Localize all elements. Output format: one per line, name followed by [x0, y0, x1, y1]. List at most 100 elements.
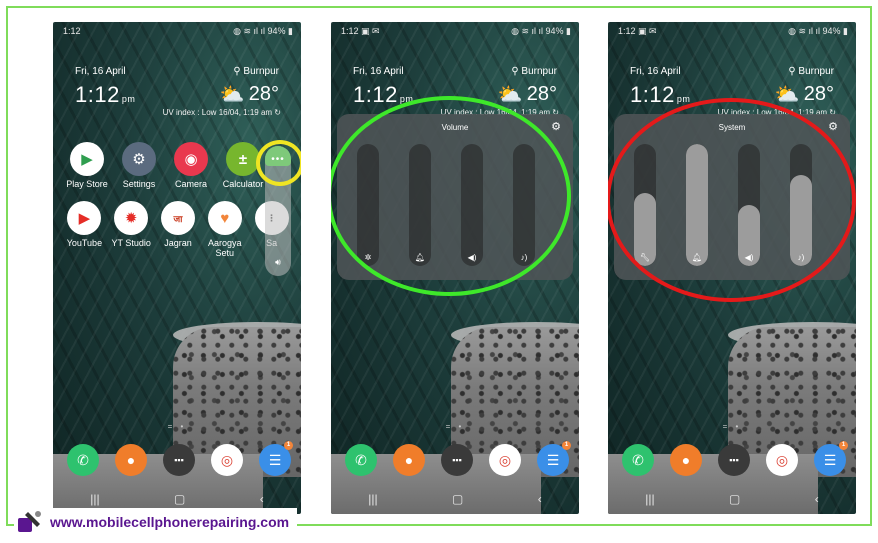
dock-messages[interactable]: ☰ 1 — [259, 441, 293, 476]
phone-icon: ✆ — [632, 451, 644, 468]
calculator-icon: ± — [226, 142, 260, 176]
app-aarogya-setu[interactable]: ♥ Aarogya Setu — [203, 201, 246, 258]
dock-messages[interactable]: ☰ 1 — [537, 441, 571, 476]
status-battery: ◍ ≋ ıl ıl 94% ▮ — [233, 26, 293, 36]
contacts-icon: ● — [126, 452, 136, 468]
dock-app-folder[interactable]: ▪▪▪ — [718, 444, 750, 476]
site-footer: www.mobilecellphonerepairing.com — [14, 508, 298, 536]
messages-icon: ☰ — [268, 451, 282, 468]
dock-contacts[interactable]: ● — [670, 444, 702, 476]
sun-cloud-icon: ⛅ — [774, 84, 800, 106]
app-settings[interactable]: ⚙ Settings — [115, 142, 163, 189]
back-button[interactable]: ‹ — [815, 492, 819, 506]
nav-bar: ||| ▢ ‹ — [608, 492, 856, 506]
status-bar: 1:12 ▣ ✉ ◍ ≋ ıl ıl 94% ▮ — [618, 26, 848, 37]
dock-app-folder[interactable]: ▪▪▪ — [441, 444, 473, 476]
page-indicator: = • — [722, 422, 742, 431]
page-indicator: = • — [445, 422, 465, 431]
messages-icon: ☰ — [823, 451, 837, 468]
dock-phone[interactable]: ✆ — [345, 444, 377, 476]
gear-icon[interactable]: ⚙ — [551, 120, 561, 133]
messages-icon: ☰ — [546, 451, 560, 468]
phone-screen-home: 1:12 ◍ ≋ ıl ıl 94% ▮ Fri, 16 April 1:12 p… — [53, 22, 301, 514]
recent-apps-button[interactable]: ||| — [90, 492, 99, 506]
weather-location[interactable]: ⚲ Burnpur — [788, 66, 834, 77]
lock-clock: 1:12 pm — [630, 82, 691, 107]
recent-apps-button[interactable]: ||| — [645, 492, 654, 506]
status-bar: 1:12 ◍ ≋ ıl ıl 94% ▮ — [63, 26, 293, 37]
recent-apps-button[interactable]: ||| — [368, 492, 377, 506]
weather-temperature[interactable]: ⛅ 28° — [498, 82, 557, 107]
dock-contacts[interactable]: ● — [115, 444, 147, 476]
website-url[interactable]: www.mobilecellphonerepairing.com — [50, 514, 289, 530]
page-indicator: = • — [167, 422, 187, 431]
status-battery: ◍ ≋ ıl ıl 94% ▮ — [511, 26, 571, 36]
weather-temperature[interactable]: ⛅ 28° — [775, 82, 834, 107]
contacts-icon: ● — [404, 452, 414, 468]
play-store-icon: ▶ — [70, 142, 104, 176]
camera-icon: ◉ — [174, 142, 208, 176]
dock: ✆ ● ▪▪▪ ◎ ☰ 1 — [345, 441, 571, 476]
gear-icon[interactable]: ⚙ — [828, 120, 838, 133]
dock: ✆ ● ▪▪▪ ◎ ☰ 1 — [67, 441, 293, 476]
dock-app-folder[interactable]: ▪▪▪ — [163, 444, 195, 476]
chrome-icon: ◎ — [498, 451, 512, 468]
contacts-icon: ● — [681, 452, 691, 468]
home-button[interactable]: ▢ — [174, 492, 185, 506]
weather-location[interactable]: ⚲ Burnpur — [511, 66, 557, 77]
aarogya-setu-icon: ♥ — [207, 201, 242, 235]
notification-badge: 1 — [284, 441, 293, 450]
app-folder-icon: ▪▪▪ — [729, 455, 739, 465]
chrome-icon: ◎ — [775, 451, 789, 468]
app-folder-icon: ▪▪▪ — [452, 455, 462, 465]
app-jagran[interactable]: जा Jagran — [157, 201, 200, 258]
app-yt-studio[interactable]: ✹ YT Studio — [110, 201, 153, 258]
youtube-icon: ▶ — [67, 201, 102, 235]
app-camera[interactable]: ◉ Camera — [167, 142, 215, 189]
status-time: 1:12 ▣ ✉ — [341, 26, 380, 36]
notification-badge: 1 — [839, 441, 848, 450]
weather-location[interactable]: ⚲ Burnpur — [233, 66, 279, 77]
chrome-icon: ◎ — [220, 451, 234, 468]
sun-cloud-icon: ⛅ — [219, 84, 245, 106]
status-bar: 1:12 ▣ ✉ ◍ ≋ ıl ıl 94% ▮ — [341, 26, 571, 37]
back-button[interactable]: ‹ — [260, 492, 264, 506]
dock-chrome[interactable]: ◎ — [489, 444, 521, 476]
lock-date: Fri, 16 April — [75, 66, 126, 77]
highlight-circle-green — [331, 96, 571, 296]
uv-index: UV index : Low 16/04, 1:19 am ↻ — [162, 108, 281, 117]
app-play-store[interactable]: ▶ Play Store — [63, 142, 111, 189]
home-button[interactable]: ▢ — [729, 492, 740, 506]
dock-chrome[interactable]: ◎ — [211, 444, 243, 476]
repair-tools-logo-icon — [14, 508, 44, 536]
phone-icon: ✆ — [77, 451, 89, 468]
sun-cloud-icon: ⛅ — [497, 84, 523, 106]
back-button[interactable]: ‹ — [538, 492, 542, 506]
yt-studio-icon: ✹ — [114, 201, 149, 235]
phone-screen-volume: 1:12 ▣ ✉ ◍ ≋ ıl ıl 94% ▮ Fri, 16 April 1… — [331, 22, 579, 514]
phone-icon: ✆ — [355, 451, 367, 468]
status-time: 1:12 — [63, 26, 81, 36]
highlight-circle-yellow — [256, 140, 301, 186]
home-button[interactable]: ▢ — [452, 492, 463, 506]
jagran-icon: जा — [160, 201, 195, 235]
notification-badge: 1 — [562, 441, 571, 450]
dock: ✆ ● ▪▪▪ ◎ ☰ 1 — [622, 441, 848, 476]
app-youtube[interactable]: ▶ YouTube — [63, 201, 106, 258]
dock-messages[interactable]: ☰ 1 — [814, 441, 848, 476]
dock-phone[interactable]: ✆ — [67, 444, 99, 476]
status-time: 1:12 ▣ ✉ — [618, 26, 657, 36]
lock-clock: 1:12 pm — [75, 82, 136, 107]
dock-chrome[interactable]: ◎ — [766, 444, 798, 476]
nav-bar: ||| ▢ ‹ — [331, 492, 579, 506]
weather-temperature[interactable]: ⛅ 28° — [220, 82, 279, 107]
app-row-2: ▶ YouTube ✹ YT Studio जा Jagran ♥ Aarogya Se… — [63, 201, 293, 258]
nav-bar: ||| ▢ ‹ — [53, 492, 301, 506]
dock-phone[interactable]: ✆ — [622, 444, 654, 476]
phone-screen-system: 1:12 ▣ ✉ ◍ ≋ ıl ıl 94% ▮ Fri, 16 April 1… — [608, 22, 856, 514]
dock-contacts[interactable]: ● — [393, 444, 425, 476]
highlight-circle-red — [608, 98, 856, 302]
lock-date: Fri, 16 April — [630, 66, 681, 77]
app-folder-icon: ▪▪▪ — [174, 455, 184, 465]
status-battery: ◍ ≋ ıl ıl 94% ▮ — [788, 26, 848, 36]
